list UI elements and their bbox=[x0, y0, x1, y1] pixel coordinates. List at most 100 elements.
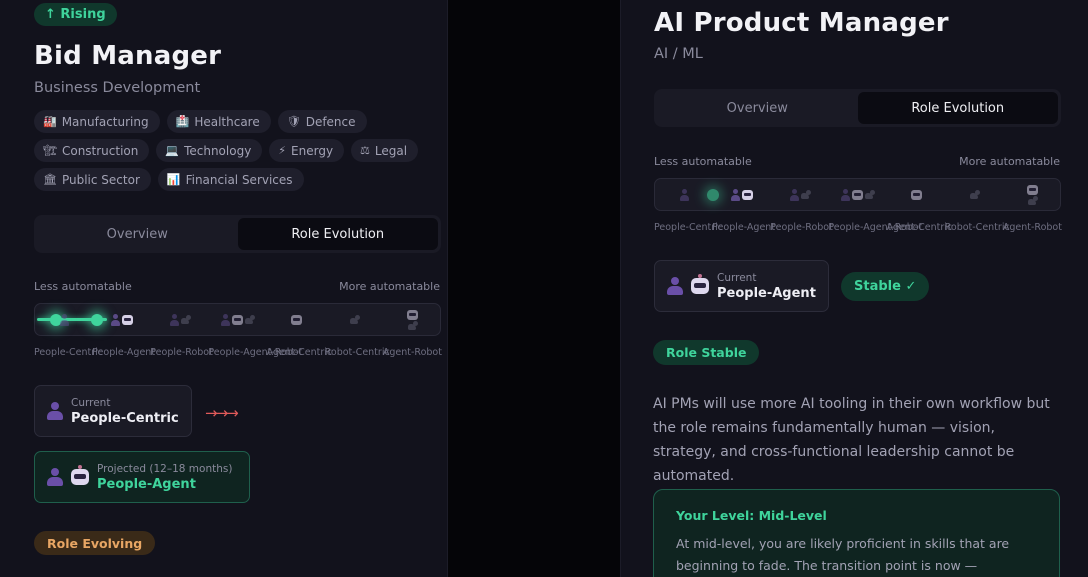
scale-less-label: Less automatable bbox=[654, 155, 752, 168]
automation-scale-track[interactable] bbox=[34, 303, 441, 336]
robot-icon bbox=[407, 309, 419, 320]
robot-arm-icon bbox=[865, 190, 876, 199]
tab-overview[interactable]: Overview bbox=[657, 92, 858, 124]
scale-segment[interactable] bbox=[888, 179, 946, 210]
factory-icon: 🏭 bbox=[43, 115, 57, 128]
scale-segment[interactable] bbox=[326, 304, 384, 335]
robot-icon bbox=[232, 314, 244, 325]
industry-tag[interactable]: 📊 Financial Services bbox=[157, 168, 304, 191]
industry-tag-label: Healthcare bbox=[194, 114, 260, 129]
stable-badge: Stable ✓ bbox=[841, 272, 930, 301]
industry-tag-label: Technology bbox=[184, 143, 252, 158]
role-title: AI Product Manager bbox=[654, 8, 949, 38]
scale-less-label: Less automatable bbox=[34, 280, 132, 293]
lightning-icon: ⚡ bbox=[278, 144, 287, 157]
tab-role-evolution[interactable]: Role Evolution bbox=[857, 92, 1058, 124]
industry-tag-label: Financial Services bbox=[185, 172, 293, 187]
industry-tag[interactable]: 💻 Technology bbox=[156, 139, 263, 162]
scale-segment-labels: People-Centric People-Agent People-Robot Pe… bbox=[34, 347, 442, 358]
scale-segment[interactable] bbox=[713, 179, 771, 210]
scale-segment[interactable] bbox=[771, 179, 829, 210]
robot-arm-icon bbox=[407, 320, 418, 330]
scale-segment[interactable] bbox=[268, 304, 326, 335]
industry-tag[interactable]: ⚖ Legal bbox=[351, 139, 419, 162]
scale-more-label: More automatable bbox=[339, 280, 440, 293]
projected-value: People-Agent bbox=[97, 476, 196, 492]
current-value: People-Agent bbox=[717, 285, 816, 301]
scale-segment[interactable] bbox=[829, 179, 887, 210]
industry-tags: 🏭 Manufacturing 🏥 Healthcare 🛡 Defence 🏗 Constr… bbox=[34, 110, 434, 191]
industry-tag[interactable]: 🏥 Healthcare bbox=[166, 110, 271, 133]
role-status-badge: Role Stable bbox=[653, 340, 760, 365]
robot-arm-icon bbox=[800, 190, 811, 199]
industry-tag-label: Energy bbox=[291, 143, 334, 158]
scale-segment[interactable] bbox=[655, 179, 713, 210]
person-icon bbox=[667, 277, 683, 295]
view-tabs: Overview Role Evolution bbox=[654, 89, 1061, 127]
tab-overview[interactable]: Overview bbox=[37, 218, 238, 250]
projected-label: Projected (12–18 months) bbox=[97, 462, 233, 475]
scale-segment-label: Agent-Robot bbox=[382, 347, 442, 358]
role-description: AI PMs will use more AI tooling in their… bbox=[653, 396, 1050, 484]
scale-segment[interactable] bbox=[93, 304, 151, 335]
scale-segment-label: People-Centric bbox=[654, 222, 723, 233]
scale-segment[interactable] bbox=[151, 304, 209, 335]
person-icon bbox=[169, 313, 179, 326]
projected-role-card: Projected (12–18 months) People-Agent bbox=[34, 451, 250, 503]
current-value: People-Centric bbox=[71, 410, 179, 426]
industry-tag-label: Manufacturing bbox=[61, 114, 149, 129]
industry-tag-label: Public Sector bbox=[61, 172, 140, 187]
transition-arrows-icon: →→→ bbox=[205, 404, 239, 422]
role-status-badge: Role Evolving bbox=[34, 531, 156, 555]
current-label: Current bbox=[71, 396, 111, 409]
scale-segment[interactable] bbox=[35, 304, 93, 335]
robot-icon bbox=[1027, 184, 1039, 195]
scale-segment[interactable] bbox=[384, 304, 442, 335]
scale-segment-label: People-Agent bbox=[712, 222, 776, 233]
hospital-icon: 🏥 bbox=[175, 115, 190, 128]
scale-segment-label: Agent-Centric bbox=[266, 347, 333, 358]
robot-icon bbox=[691, 274, 709, 294]
government-icon: 🏛 bbox=[43, 173, 57, 186]
robot-arm-icon bbox=[969, 190, 980, 199]
robot-arm-icon bbox=[180, 315, 191, 324]
industry-tag-label: Defence bbox=[305, 114, 356, 129]
person-icon bbox=[731, 188, 741, 201]
person-icon bbox=[47, 468, 63, 486]
industry-tag[interactable]: 🛡 Defence bbox=[277, 110, 367, 133]
robot-icon bbox=[71, 465, 89, 485]
industry-tag[interactable]: 🏗 Construction bbox=[34, 139, 150, 162]
scale-segment-label: Agent-Robot bbox=[1002, 222, 1062, 233]
automation-scale-track[interactable] bbox=[654, 178, 1061, 211]
robot-icon bbox=[122, 314, 134, 325]
panel-gap bbox=[448, 0, 620, 577]
tab-role-evolution[interactable]: Role Evolution bbox=[237, 218, 438, 250]
person-icon bbox=[111, 313, 121, 326]
person-icon bbox=[221, 313, 231, 326]
robot-arm-icon bbox=[349, 315, 360, 324]
level-card: Your Level: Mid-Level At mid-level, you … bbox=[653, 489, 1060, 577]
industry-tag[interactable]: ⚡ Energy bbox=[269, 139, 345, 162]
robot-arm-icon bbox=[1027, 195, 1038, 205]
robot-icon bbox=[852, 189, 864, 200]
person-icon bbox=[841, 188, 851, 201]
role-panel-bid-manager: ↑ Rising Bid Manager Business Developmen… bbox=[0, 0, 448, 577]
scale-segment-label: People-Centric bbox=[34, 347, 103, 358]
laptop-icon: 💻 bbox=[165, 144, 180, 157]
scale-segment-label: People-Agent bbox=[92, 347, 156, 358]
scales-icon: ⚖ bbox=[360, 144, 370, 157]
scale-more-label: More automatable bbox=[959, 155, 1060, 168]
scale-segment[interactable] bbox=[946, 179, 1004, 210]
scale-segment[interactable] bbox=[1004, 179, 1062, 210]
scale-segment-label: People-Agent-Robot bbox=[828, 222, 923, 233]
scale-segment-label: Agent-Centric bbox=[886, 222, 953, 233]
chart-icon: 📊 bbox=[166, 173, 181, 186]
scale-segment-label: Robot-Centric bbox=[944, 222, 1010, 233]
person-icon bbox=[59, 313, 69, 326]
industry-tag[interactable]: 🏭 Manufacturing bbox=[34, 110, 160, 133]
scale-segment[interactable] bbox=[209, 304, 267, 335]
robot-icon bbox=[911, 189, 923, 200]
industry-tag[interactable]: 🏛 Public Sector bbox=[34, 168, 151, 191]
industry-tag-label: Construction bbox=[61, 143, 139, 158]
robot-icon bbox=[742, 189, 754, 200]
